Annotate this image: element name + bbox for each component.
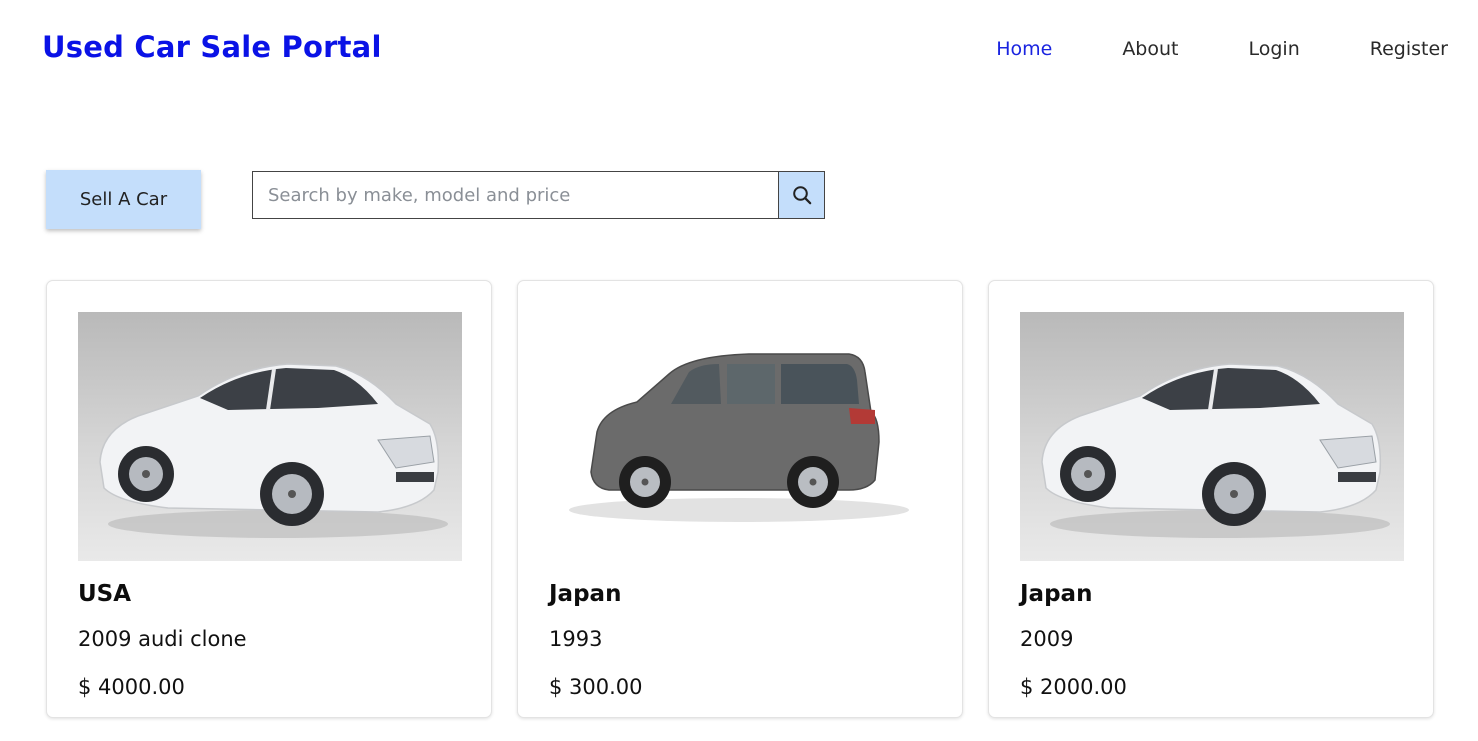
sell-car-button[interactable]: Sell A Car xyxy=(46,170,201,229)
car-price: $ 300.00 xyxy=(549,675,643,699)
car-image xyxy=(78,312,462,561)
page: Used Car Sale Portal Home About Login Re… xyxy=(0,0,1478,741)
car-image xyxy=(549,312,933,561)
nav-login[interactable]: Login xyxy=(1249,38,1300,60)
car-country: Japan xyxy=(1020,581,1093,607)
car-country: USA xyxy=(78,581,132,607)
car-list: USA 2009 audi clone $ 4000.00 Japan 1993… xyxy=(46,280,1434,718)
car-image xyxy=(1020,312,1404,561)
nav-register[interactable]: Register xyxy=(1370,38,1448,60)
nav-about[interactable]: About xyxy=(1122,38,1178,60)
grey-minivan-picture xyxy=(569,353,909,522)
car-price: $ 2000.00 xyxy=(1020,675,1127,699)
nav-home[interactable]: Home xyxy=(996,38,1052,60)
car-description: 2009 xyxy=(1020,627,1074,651)
search-input[interactable] xyxy=(252,171,779,219)
car-card[interactable]: USA 2009 audi clone $ 4000.00 xyxy=(46,280,492,718)
search-button[interactable] xyxy=(779,171,825,219)
car-description: 1993 xyxy=(549,627,603,651)
white-sedan-picture xyxy=(1041,363,1390,538)
car-card[interactable]: Japan 2009 $ 2000.00 xyxy=(988,280,1434,718)
site-brand[interactable]: Used Car Sale Portal xyxy=(42,30,382,64)
car-description: 2009 audi clone xyxy=(78,627,247,651)
car-country: Japan xyxy=(549,581,622,607)
car-card[interactable]: Japan 1993 $ 300.00 xyxy=(517,280,963,718)
search-icon xyxy=(792,186,811,205)
search-bar xyxy=(252,171,825,219)
white-sedan-picture xyxy=(99,363,448,538)
main-nav: Home About Login Register xyxy=(926,38,1448,60)
car-price: $ 4000.00 xyxy=(78,675,185,699)
